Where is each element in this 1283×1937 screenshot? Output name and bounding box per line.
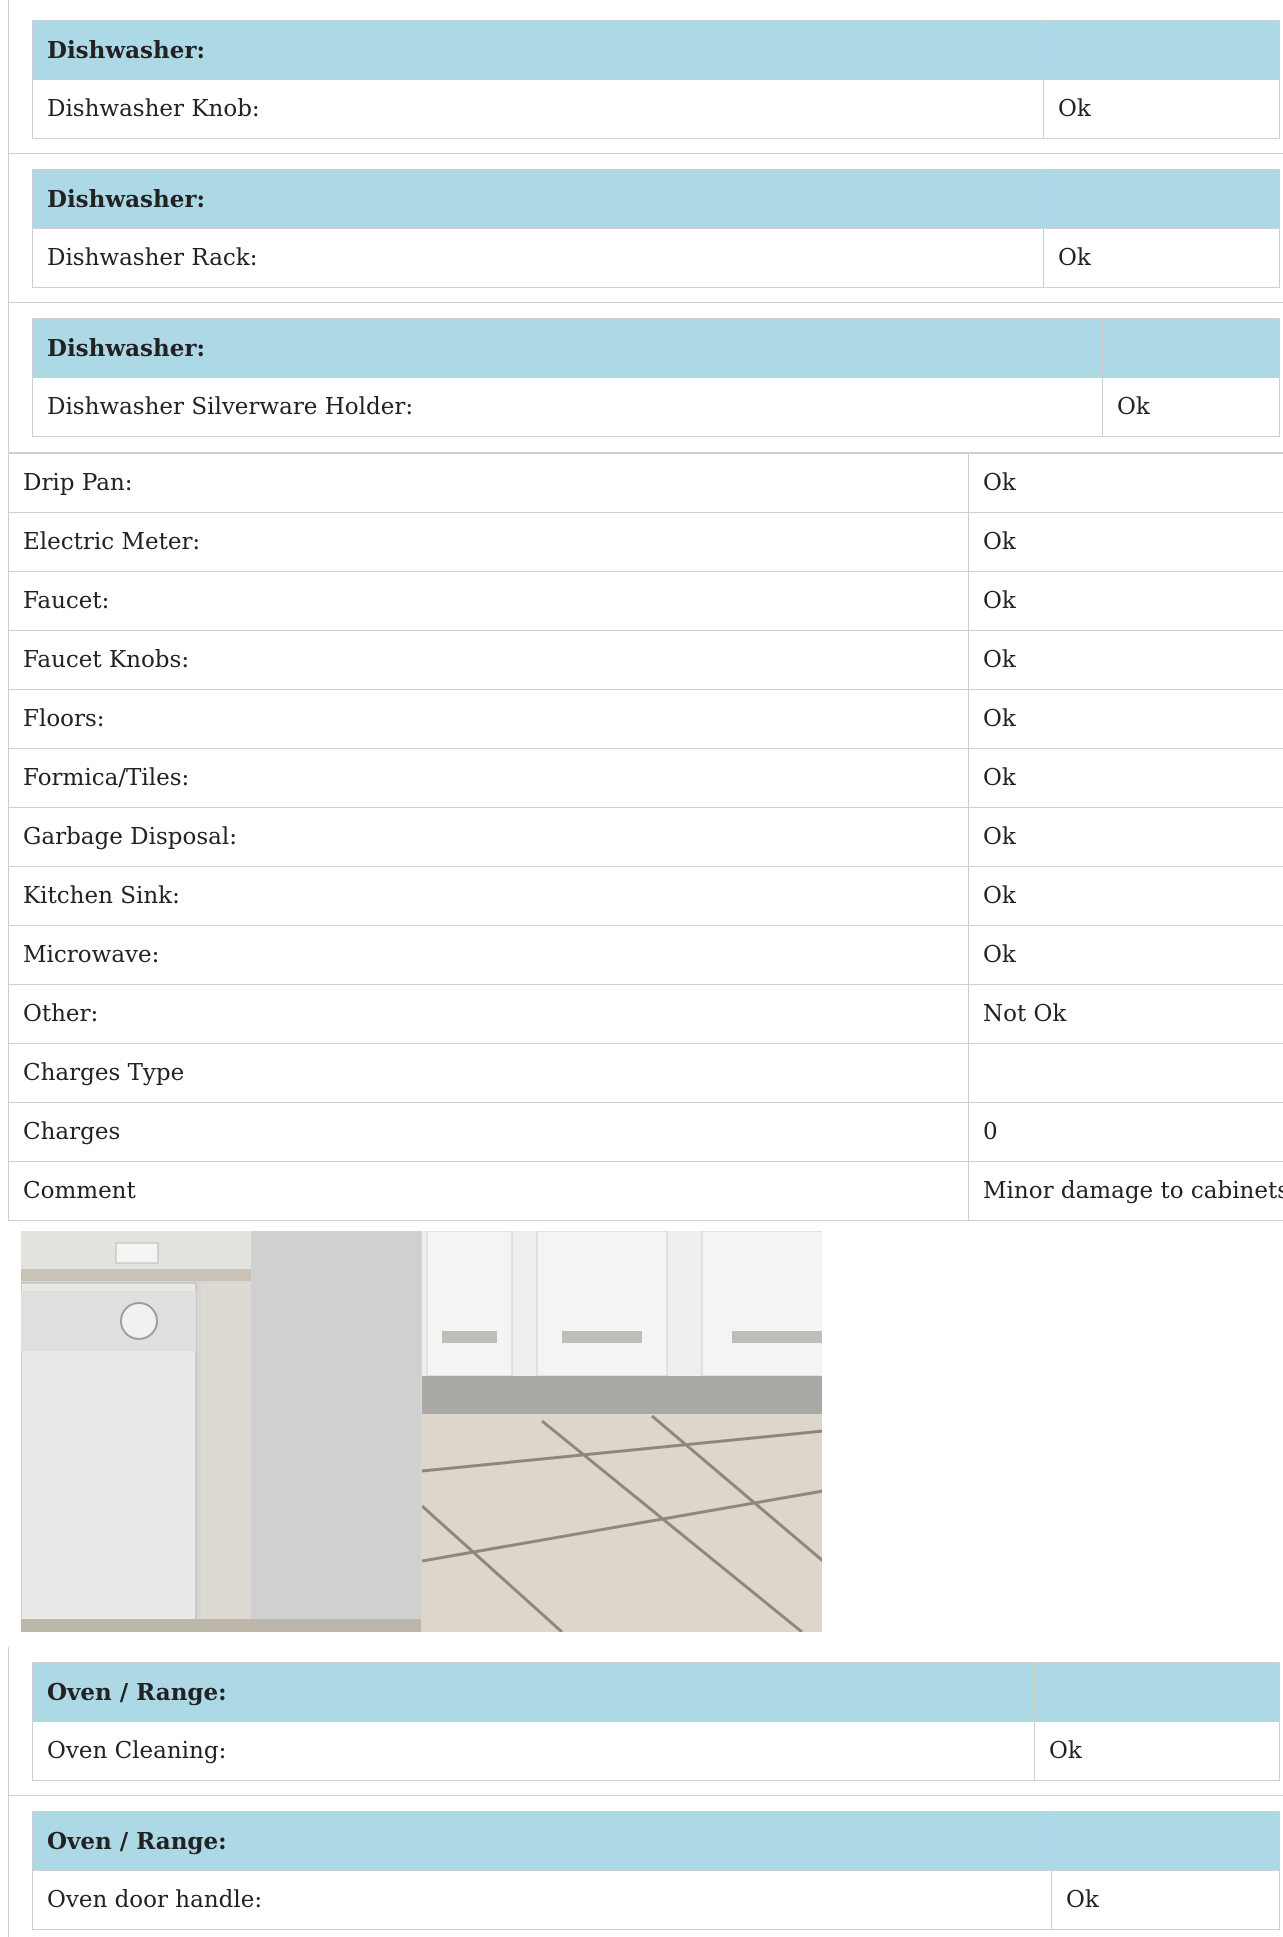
item-label: Dishwasher Silverware Holder: [32, 377, 1103, 437]
section-header: Dishwasher: [32, 20, 1044, 80]
dishwasher-silverware-section: Dishwasher: Dishwasher Silverware Holder… [8, 303, 1283, 453]
item-value: Ok [1102, 377, 1280, 437]
item-value: Ok [968, 571, 1283, 631]
item-value: Ok [968, 807, 1283, 867]
section-header-row: Dishwasher: [32, 20, 1280, 80]
item-label: Faucet: [8, 571, 969, 631]
table-row: Formica/Tiles: Ok [8, 748, 1283, 808]
table-row: Oven Cleaning: Ok [32, 1721, 1280, 1781]
item-label: Dishwasher Knob: [32, 79, 1044, 139]
table-row: Charges 0 [8, 1102, 1283, 1162]
oven-door-handle-table: Oven / Range: Oven door handle: Ok [32, 1811, 1280, 1930]
table-row: Dishwasher Knob: Ok [32, 79, 1280, 139]
table-row: Faucet: Ok [8, 571, 1283, 631]
section-header: Oven / Range: [32, 1662, 1035, 1722]
table-row: Faucet Knobs: Ok [8, 630, 1283, 690]
item-value: Minor damage to cabinets [968, 1161, 1283, 1221]
item-label: Faucet Knobs: [8, 630, 969, 690]
damage-photos [21, 1231, 822, 1632]
table-row: Kitchen Sink: Ok [8, 866, 1283, 926]
item-label: Floors: [8, 689, 969, 749]
table-row: Electric Meter: Ok [8, 512, 1283, 572]
section-header: Dishwasher: [32, 169, 1044, 229]
cabinet-floor-photo-drawing [421, 1231, 822, 1632]
item-label: Comment [8, 1161, 969, 1221]
item-value: Ok [968, 630, 1283, 690]
dishwasher-knob-table: Dishwasher: Dishwasher Knob: Ok [32, 20, 1280, 139]
dishwasher-knob-section: Dishwasher: Dishwasher Knob: Ok [8, 0, 1283, 154]
section-header-row: Oven / Range: [32, 1662, 1280, 1722]
table-row: Comment Minor damage to cabinets [8, 1161, 1283, 1221]
dishwasher-rack-section: Dishwasher: Dishwasher Rack: Ok [8, 154, 1283, 303]
item-value: Ok [968, 689, 1283, 749]
item-label: Electric Meter: [8, 512, 969, 572]
item-value: Ok [968, 925, 1283, 985]
oven-door-handle-section: Oven / Range: Oven door handle: Ok [8, 1796, 1283, 1937]
item-label: Oven door handle: [32, 1870, 1052, 1930]
oven-cleaning-section: Oven / Range: Oven Cleaning: Ok [8, 1647, 1283, 1796]
oven-cleaning-table: Oven / Range: Oven Cleaning: Ok [32, 1662, 1280, 1781]
item-label: Garbage Disposal: [8, 807, 969, 867]
table-row: Charges Type [8, 1043, 1283, 1103]
item-label: Charges [8, 1102, 969, 1162]
section-header: Oven / Range: [32, 1811, 1052, 1871]
dishwasher-silverware-table: Dishwasher: Dishwasher Silverware Holder… [32, 318, 1280, 437]
section-header: Dishwasher: [32, 318, 1103, 378]
section-header-row: Dishwasher: [32, 169, 1280, 229]
item-value: Ok [1043, 79, 1280, 139]
table-row: Floors: Ok [8, 689, 1283, 749]
item-value: Ok [968, 453, 1283, 513]
cabinet-floor-photo[interactable] [421, 1231, 822, 1632]
table-row: Oven door handle: Ok [32, 1870, 1280, 1930]
item-value [968, 1043, 1283, 1103]
table-row: Garbage Disposal: Ok [8, 807, 1283, 867]
dishwasher-rack-table: Dishwasher: Dishwasher Rack: Ok [32, 169, 1280, 288]
item-label: Microwave: [8, 925, 969, 985]
table-row: Microwave: Ok [8, 925, 1283, 985]
table-row: Dishwasher Rack: Ok [32, 228, 1280, 288]
dishwasher-photo[interactable] [21, 1231, 422, 1632]
item-value: Ok [968, 512, 1283, 572]
item-value: Ok [1034, 1721, 1280, 1781]
section-header-row: Dishwasher: [32, 318, 1280, 378]
item-value: Ok [1051, 1870, 1280, 1930]
item-label: Kitchen Sink: [8, 866, 969, 926]
item-label: Oven Cleaning: [32, 1721, 1035, 1781]
table-row: Drip Pan: Ok [8, 453, 1283, 513]
item-label: Dishwasher Rack: [32, 228, 1044, 288]
item-value: 0 [968, 1102, 1283, 1162]
inspection-table: Drip Pan: Ok Electric Meter: Ok Faucet: Ok … [8, 453, 1283, 1221]
item-value: Ok [1043, 228, 1280, 288]
table-row: Dishwasher Silverware Holder: Ok [32, 377, 1280, 437]
item-label: Other: [8, 984, 969, 1044]
section-header-row: Oven / Range: [32, 1811, 1280, 1871]
item-value: Not Ok [968, 984, 1283, 1044]
table-row: Other: Not Ok [8, 984, 1283, 1044]
item-value: Ok [968, 866, 1283, 926]
dishwasher-photo-drawing [21, 1231, 421, 1632]
item-label: Formica/Tiles: [8, 748, 969, 808]
item-label: Drip Pan: [8, 453, 969, 513]
item-label: Charges Type [8, 1043, 969, 1103]
item-value: Ok [968, 748, 1283, 808]
